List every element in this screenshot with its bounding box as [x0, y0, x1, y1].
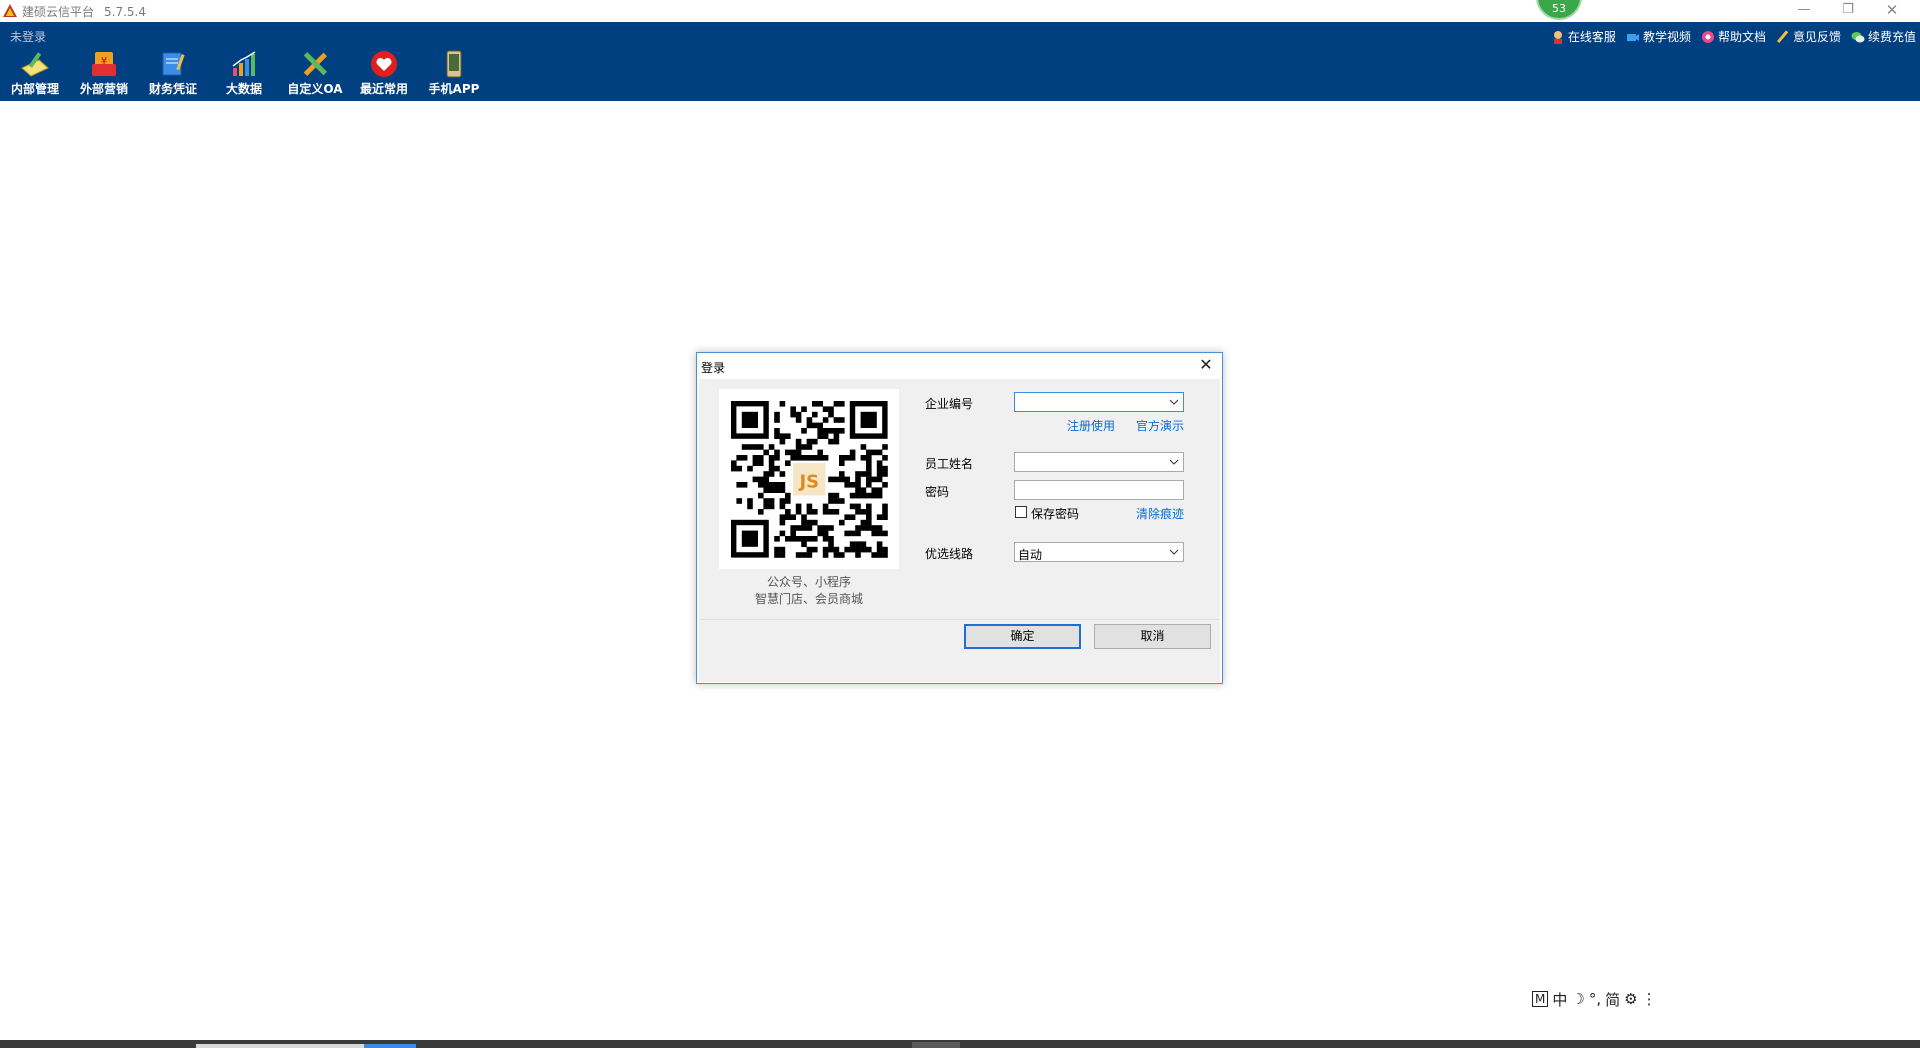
password-label: 密码 [925, 485, 950, 499]
minimize-button[interactable]: — [1782, 0, 1826, 22]
main-header: 未登录 内部管理 ¥ 外部营销 财务凭证 大数据 自定义OA 最近常用 手机AP… [0, 22, 1920, 101]
toolbar-label: 最近常用 [359, 82, 408, 96]
register-link[interactable]: 注册使用 [1067, 417, 1115, 434]
notebook-pencil-icon [21, 52, 49, 77]
bar-chart-icon [232, 51, 256, 76]
ime-language-toggle[interactable]: 中 [1552, 989, 1567, 1010]
pencil-ruler-icon [303, 51, 328, 77]
link-label: 意见反馈 [1792, 30, 1841, 44]
toolbar-label: 自定义OA [287, 82, 343, 96]
feedback-pen-icon [1776, 29, 1789, 43]
clear-traces-link[interactable]: 清除痕迹 [1136, 505, 1184, 522]
heart-icon [371, 51, 397, 77]
toolbar-recent[interactable]: 最近常用 [351, 50, 417, 100]
chevron-down-icon [1169, 549, 1179, 555]
qr-caption: 公众号、小程序 智慧门店、会员商城 [699, 574, 919, 608]
preferred-route-label: 优选线路 [925, 547, 974, 561]
employee-name-label: 员工姓名 [925, 457, 974, 471]
password-field[interactable] [1014, 480, 1184, 500]
login-status: 未登录 [10, 30, 47, 44]
toolbar-label: 财务凭证 [148, 82, 197, 96]
dialog-close-button[interactable]: ✕ [1196, 355, 1216, 375]
dialog-body: JS 公众号、小程序 智慧门店、会员商城 企业编号 注册使用 官方演示 员工姓名… [699, 379, 1220, 619]
toolbar-label: 内部管理 [10, 82, 59, 96]
company-id-label: 企业编号 [925, 397, 974, 411]
close-window-button[interactable]: ✕ [1870, 0, 1914, 22]
taskbar-item-active[interactable] [364, 1044, 416, 1048]
employee-name-combo[interactable] [1014, 452, 1184, 472]
customer-service-icon [1553, 30, 1562, 44]
ime-simplified-toggle[interactable]: 简 [1605, 989, 1620, 1010]
app-version: 5.7.5.4 [104, 5, 146, 19]
title-bar: 建硕云信平台 5.7.5.4 53 — ❐ ✕ [0, 0, 1920, 22]
link-label: 在线客服 [1567, 30, 1616, 44]
ime-toolbar: M 中 ☽ °, 简 ⚙ ⋮ [1532, 988, 1657, 1010]
qr-code-image: JS [731, 401, 888, 558]
punctuation-icon[interactable]: °, [1589, 990, 1601, 1008]
chevron-down-icon [1169, 459, 1179, 465]
toolbar-finance-voucher[interactable]: 财务凭证 [140, 50, 206, 100]
official-demo-link[interactable]: 官方演示 [1136, 417, 1184, 434]
company-id-combo[interactable] [1014, 392, 1184, 412]
toolbar-big-data[interactable]: 大数据 [211, 50, 277, 100]
phone-icon [446, 50, 462, 78]
link-online-service[interactable]: 在线客服 [1551, 28, 1616, 45]
taskbar-item[interactable] [912, 1042, 960, 1048]
video-camera-icon [1626, 33, 1639, 41]
qr-caption-line2: 智慧门店、会员商城 [754, 592, 863, 606]
toolbar-label: 外部营销 [79, 82, 128, 96]
link-help-docs[interactable]: 帮助文档 [1701, 28, 1766, 45]
red-envelope-icon: ¥ [92, 52, 116, 76]
taskbar-item[interactable] [196, 1044, 364, 1048]
preferred-route-value: 自动 [1018, 548, 1043, 562]
qr-caption-line1: 公众号、小程序 [766, 575, 851, 589]
preferred-route-select[interactable]: 自动 [1014, 542, 1184, 562]
save-password-label[interactable]: 保存密码 [1031, 505, 1079, 522]
link-label: 教学视频 [1642, 30, 1691, 44]
link-label: 续费充值 [1867, 30, 1916, 44]
link-feedback[interactable]: 意见反馈 [1776, 28, 1841, 45]
window-title: 建硕云信平台 5.7.5.4 [22, 3, 146, 20]
ime-mode-indicator[interactable]: M [1532, 991, 1549, 1007]
cancel-button[interactable]: 取消 [1094, 624, 1211, 649]
header-links: 在线客服 教学视频 帮助文档 意见反馈 续费充值 [1551, 28, 1916, 45]
toolbar-label: 大数据 [225, 82, 262, 96]
ok-button[interactable]: 确定 [964, 624, 1081, 649]
link-renew-recharge[interactable]: 续费充值 [1851, 28, 1916, 45]
link-tutorial-video[interactable]: 教学视频 [1626, 28, 1691, 45]
chevron-down-icon [1169, 399, 1179, 405]
gear-icon[interactable]: ⚙ [1624, 990, 1637, 1008]
wechat-icon [1851, 31, 1865, 42]
toolbar-mobile-app[interactable]: 手机APP [421, 50, 487, 100]
moon-icon[interactable]: ☽ [1571, 990, 1584, 1008]
save-password-checkbox[interactable] [1015, 506, 1027, 518]
dialog-title: 登录 [701, 361, 726, 375]
toolbar-label: 手机APP [428, 82, 480, 96]
toolbar-internal-management[interactable]: 内部管理 [2, 50, 68, 100]
link-label: 帮助文档 [1717, 30, 1766, 44]
more-options-icon[interactable]: ⋮ [1642, 990, 1657, 1008]
app-name: 建硕云信平台 [22, 5, 95, 19]
restore-button[interactable]: ❐ [1826, 0, 1870, 22]
voucher-icon [162, 52, 185, 76]
app-logo-icon [3, 4, 17, 17]
notification-badge[interactable]: 53 [1536, 0, 1582, 20]
toolbar-external-marketing[interactable]: ¥ 外部营销 [71, 50, 137, 100]
dialog-footer: 确定 取消 [699, 619, 1220, 682]
toolbar-custom-oa[interactable]: 自定义OA [282, 50, 348, 100]
qr-code: JS [719, 389, 899, 569]
login-dialog: 登录 ✕ JS 公众号、小程序 智慧门店、会员商城 企业编号 注册使用 官方演示… [696, 352, 1223, 684]
svg-text:JS: JS [797, 471, 819, 492]
help-icon [1701, 30, 1714, 43]
